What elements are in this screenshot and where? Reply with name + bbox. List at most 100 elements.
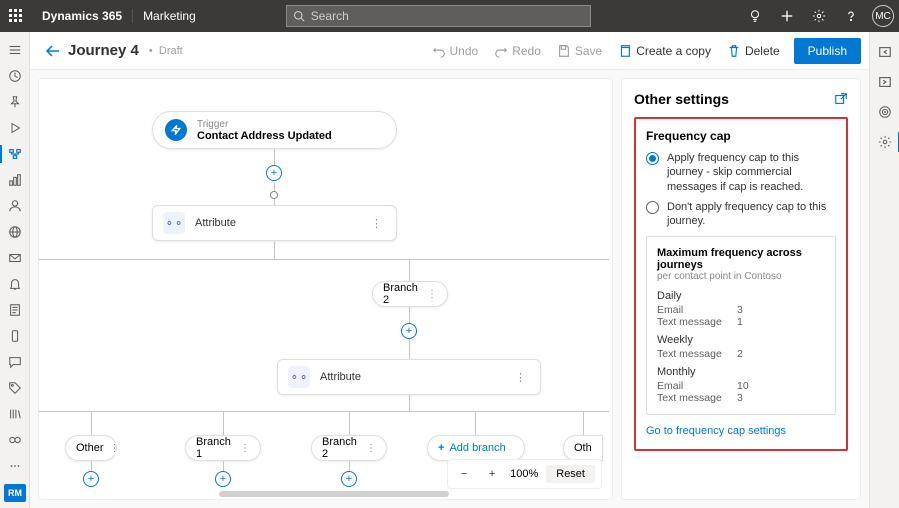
radio-skip-cap[interactable]: Don't apply frequency cap to this journe…	[646, 200, 836, 229]
branch-other-right[interactable]: Oth	[563, 435, 603, 461]
brand-icon[interactable]	[0, 428, 30, 452]
frequency-period: DailyEmail3Text message1	[657, 290, 825, 328]
analytics-icon[interactable]	[0, 168, 30, 192]
publish-button[interactable]: Publish	[794, 38, 861, 64]
tag-icon[interactable]	[0, 376, 30, 400]
period-row: Text message2	[657, 348, 825, 360]
search-placeholder: Search	[311, 9, 349, 23]
user-avatar[interactable]: MC	[867, 0, 899, 32]
journey-icon[interactable]	[0, 142, 30, 166]
save-button[interactable]: Save	[549, 37, 610, 65]
channel-value: 3	[737, 304, 743, 316]
period-row: Text message1	[657, 316, 825, 328]
period-row: Email10	[657, 380, 825, 392]
help-icon[interactable]	[835, 0, 867, 32]
add-step-icon[interactable]: +	[83, 471, 99, 487]
more-icon[interactable]	[0, 454, 30, 478]
branch-chip-top[interactable]: Branch 2 ⋮	[372, 281, 448, 307]
frequency-period: Monthly Email10Text message3	[657, 366, 825, 404]
attribute-label: Attribute	[320, 371, 501, 383]
channel-value: 2	[737, 348, 743, 360]
radio-icon	[646, 152, 659, 165]
add-step-icon[interactable]: +	[401, 323, 417, 339]
radio-icon	[646, 201, 659, 214]
add-icon[interactable]	[771, 0, 803, 32]
trigger-icon	[165, 119, 187, 141]
channel-value: 10	[737, 380, 749, 392]
globe-icon[interactable]	[0, 220, 30, 244]
chip-more-icon[interactable]: ⋮	[240, 443, 250, 454]
frequency-cap-section: Frequency cap Apply frequency cap to thi…	[634, 117, 848, 451]
undo-button[interactable]: Undo	[424, 37, 487, 65]
add-step-icon[interactable]: +	[215, 471, 231, 487]
rm-badge[interactable]: RM	[4, 484, 26, 502]
journey-title[interactable]: Journey 4	[68, 42, 139, 59]
library-icon[interactable]	[0, 402, 30, 426]
lightbulb-icon[interactable]	[739, 0, 771, 32]
trigger-node[interactable]: Trigger Contact Address Updated	[152, 111, 397, 149]
period-row: Email3	[657, 304, 825, 316]
horizontal-scrollbar[interactable]	[219, 491, 449, 497]
attribute-node-2[interactable]: ⚬⚬ Attribute ⋮	[277, 359, 541, 395]
node-more-icon[interactable]: ⋮	[511, 371, 530, 384]
chip-more-icon[interactable]: ⋮	[366, 443, 376, 454]
journey-canvas[interactable]: + Trigger Contact Address Updated ⚬⚬ Att…	[38, 78, 613, 500]
brand-label[interactable]: Dynamics 365	[32, 9, 133, 23]
max-frequency-title: Maximum frequency across journeys	[657, 247, 825, 271]
back-button[interactable]	[38, 43, 68, 59]
product-label[interactable]: Marketing	[133, 9, 206, 23]
zoom-out-button[interactable]: −	[454, 464, 474, 484]
global-search-input[interactable]: Search	[286, 5, 591, 27]
goal-icon[interactable]	[870, 98, 899, 126]
branch-chip-1[interactable]: Branch 1⋮	[185, 435, 261, 461]
period-name: Monthly	[657, 366, 825, 378]
avatar-initials: MC	[872, 5, 894, 27]
pin-icon[interactable]	[0, 90, 30, 114]
create-copy-button[interactable]: Create a copy	[610, 37, 719, 65]
channel-label: Text message	[657, 392, 737, 404]
phone-icon[interactable]	[0, 324, 30, 348]
period-row: Text message3	[657, 392, 825, 404]
add-step-icon[interactable]: +	[341, 471, 357, 487]
zoom-in-button[interactable]: +	[482, 464, 502, 484]
chip-more-icon[interactable]: ⋮	[427, 289, 437, 300]
max-frequency-subtitle: per contact point in Contoso	[657, 271, 825, 282]
settings-panel: Other settings Frequency cap Apply frequ…	[621, 78, 861, 500]
frequency-settings-link[interactable]: Go to frequency cap settings	[646, 425, 786, 437]
form-icon[interactable]	[0, 298, 30, 322]
delete-button[interactable]: Delete	[719, 37, 788, 65]
add-branch-button[interactable]: +Add branch	[427, 435, 525, 461]
left-nav-rail: RM	[0, 32, 30, 508]
app-launcher-icon[interactable]	[0, 9, 32, 23]
node-more-icon[interactable]: ⋮	[367, 217, 386, 230]
menu-icon[interactable]	[0, 38, 30, 62]
channel-value: 1	[737, 316, 743, 328]
settings-gear-icon[interactable]	[870, 128, 899, 156]
play-icon[interactable]	[0, 116, 30, 140]
radio-apply-cap[interactable]: Apply frequency cap to this journey - sk…	[646, 151, 836, 194]
popout-icon[interactable]	[834, 92, 848, 106]
redo-button[interactable]: Redo	[486, 37, 549, 65]
expand-out-icon[interactable]	[870, 68, 899, 96]
attribute-label: Attribute	[195, 217, 357, 229]
zoom-reset-button[interactable]: Reset	[546, 465, 595, 483]
command-bar: Journey 4 Draft Undo Redo Save Create a …	[30, 32, 869, 70]
attribute-node-1[interactable]: ⚬⚬ Attribute ⋮	[152, 205, 397, 241]
main-area: Journey 4 Draft Undo Redo Save Create a …	[30, 32, 869, 508]
settings-icon[interactable]	[803, 0, 835, 32]
chat-icon[interactable]	[0, 350, 30, 374]
channel-label: Email	[657, 304, 737, 316]
branch-other-left[interactable]: Other⋮	[65, 435, 117, 461]
zoom-controls: − + 100% Reset	[447, 459, 602, 489]
contacts-icon[interactable]	[0, 194, 30, 218]
branch-chip-2[interactable]: Branch 2⋮	[311, 435, 387, 461]
journey-status: Draft	[149, 45, 183, 57]
notification-icon[interactable]	[0, 272, 30, 296]
right-nav-rail	[869, 32, 899, 508]
add-step-icon[interactable]: +	[266, 165, 282, 181]
max-frequency-box: Maximum frequency across journeys per co…	[646, 236, 836, 415]
recent-icon[interactable]	[0, 64, 30, 88]
mail-icon[interactable]	[0, 246, 30, 270]
expand-in-icon[interactable]	[870, 38, 899, 66]
chip-more-icon[interactable]: ⋮	[110, 443, 120, 454]
